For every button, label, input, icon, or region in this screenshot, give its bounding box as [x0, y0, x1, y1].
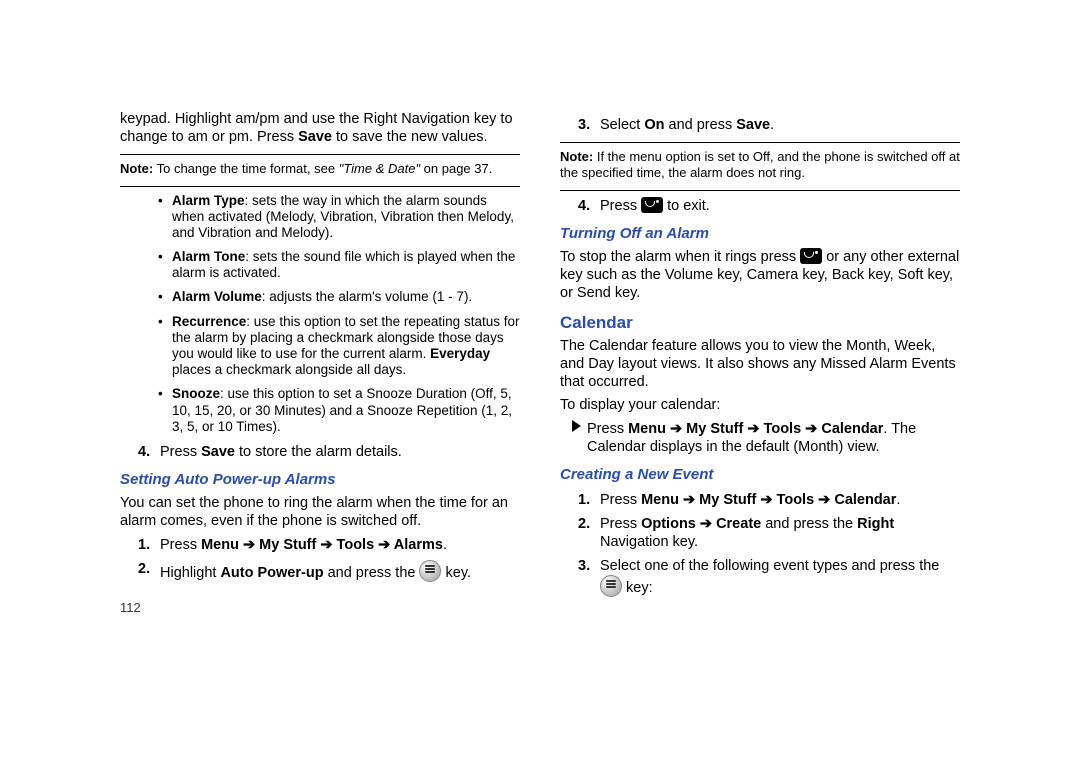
end-key-icon: [800, 248, 822, 264]
list-item: Recurrence: use this option to set the r…: [172, 314, 520, 379]
list-item: Snooze: use this option to set a Snooze …: [172, 386, 520, 435]
alarm-options-list: Alarm Type: sets the way in which the al…: [120, 193, 520, 435]
right-column: 3. Select On and press Save. Note: If th…: [560, 110, 960, 617]
page-number: 112: [120, 600, 520, 616]
rule-top: [120, 154, 520, 155]
step-4-save: 4. Press Save to store the alarm details…: [138, 443, 520, 461]
rule-top-r: [560, 142, 960, 143]
rule-bottom-r: [560, 190, 960, 191]
step-3-select-on: 3. Select On and press Save.: [578, 116, 960, 134]
step-1-calendar: 1. Press Menu ➔ My Stuff ➔ Tools ➔ Calen…: [578, 491, 960, 509]
step-2-auto-powerup: 2. Highlight Auto Power-up and press the…: [138, 560, 520, 582]
step-4-exit: 4. Press to exit.: [578, 197, 960, 215]
step-2-options-create: 2. Press Options ➔ Create and press the …: [578, 515, 960, 551]
left-column: keypad. Highlight am/pm and use the Righ…: [120, 110, 520, 617]
step-triangle-calendar: Press Menu ➔ My Stuff ➔ Tools ➔ Calendar…: [572, 420, 960, 456]
turn-off-paragraph: To stop the alarm when it rings press or…: [560, 248, 960, 302]
center-key-icon: [600, 575, 622, 597]
intro-paragraph: keypad. Highlight am/pm and use the Righ…: [120, 110, 520, 146]
list-item: Alarm Type: sets the way in which the al…: [172, 193, 520, 242]
step-3-event-types: 3. Select one of the following event typ…: [578, 557, 960, 597]
note-time-format: Note: To change the time format, see "Ti…: [120, 161, 520, 177]
manual-page: keypad. Highlight am/pm and use the Righ…: [0, 0, 1080, 657]
step-1-menu-alarms: 1. Press Menu ➔ My Stuff ➔ Tools ➔ Alarm…: [138, 536, 520, 554]
triangle-bullet-icon: [572, 420, 581, 432]
subhead-auto-powerup: Setting Auto Power-up Alarms: [120, 471, 520, 490]
calendar-display-intro: To display your calendar:: [560, 396, 960, 414]
center-key-icon: [419, 560, 441, 582]
list-item: Alarm Volume: adjusts the alarm's volume…: [172, 289, 520, 305]
subhead-create-event: Creating a New Event: [560, 466, 960, 485]
subhead-turn-off-alarm: Turning Off an Alarm: [560, 225, 960, 244]
auto-powerup-paragraph: You can set the phone to ring the alarm …: [120, 494, 520, 530]
section-calendar: Calendar: [560, 312, 960, 333]
list-item: Alarm Tone: sets the sound file which is…: [172, 249, 520, 281]
note-off-no-ring: Note: If the menu option is set to Off, …: [560, 149, 960, 182]
calendar-paragraph: The Calendar feature allows you to view …: [560, 337, 960, 391]
end-key-icon: [641, 197, 663, 213]
rule-bottom: [120, 186, 520, 187]
